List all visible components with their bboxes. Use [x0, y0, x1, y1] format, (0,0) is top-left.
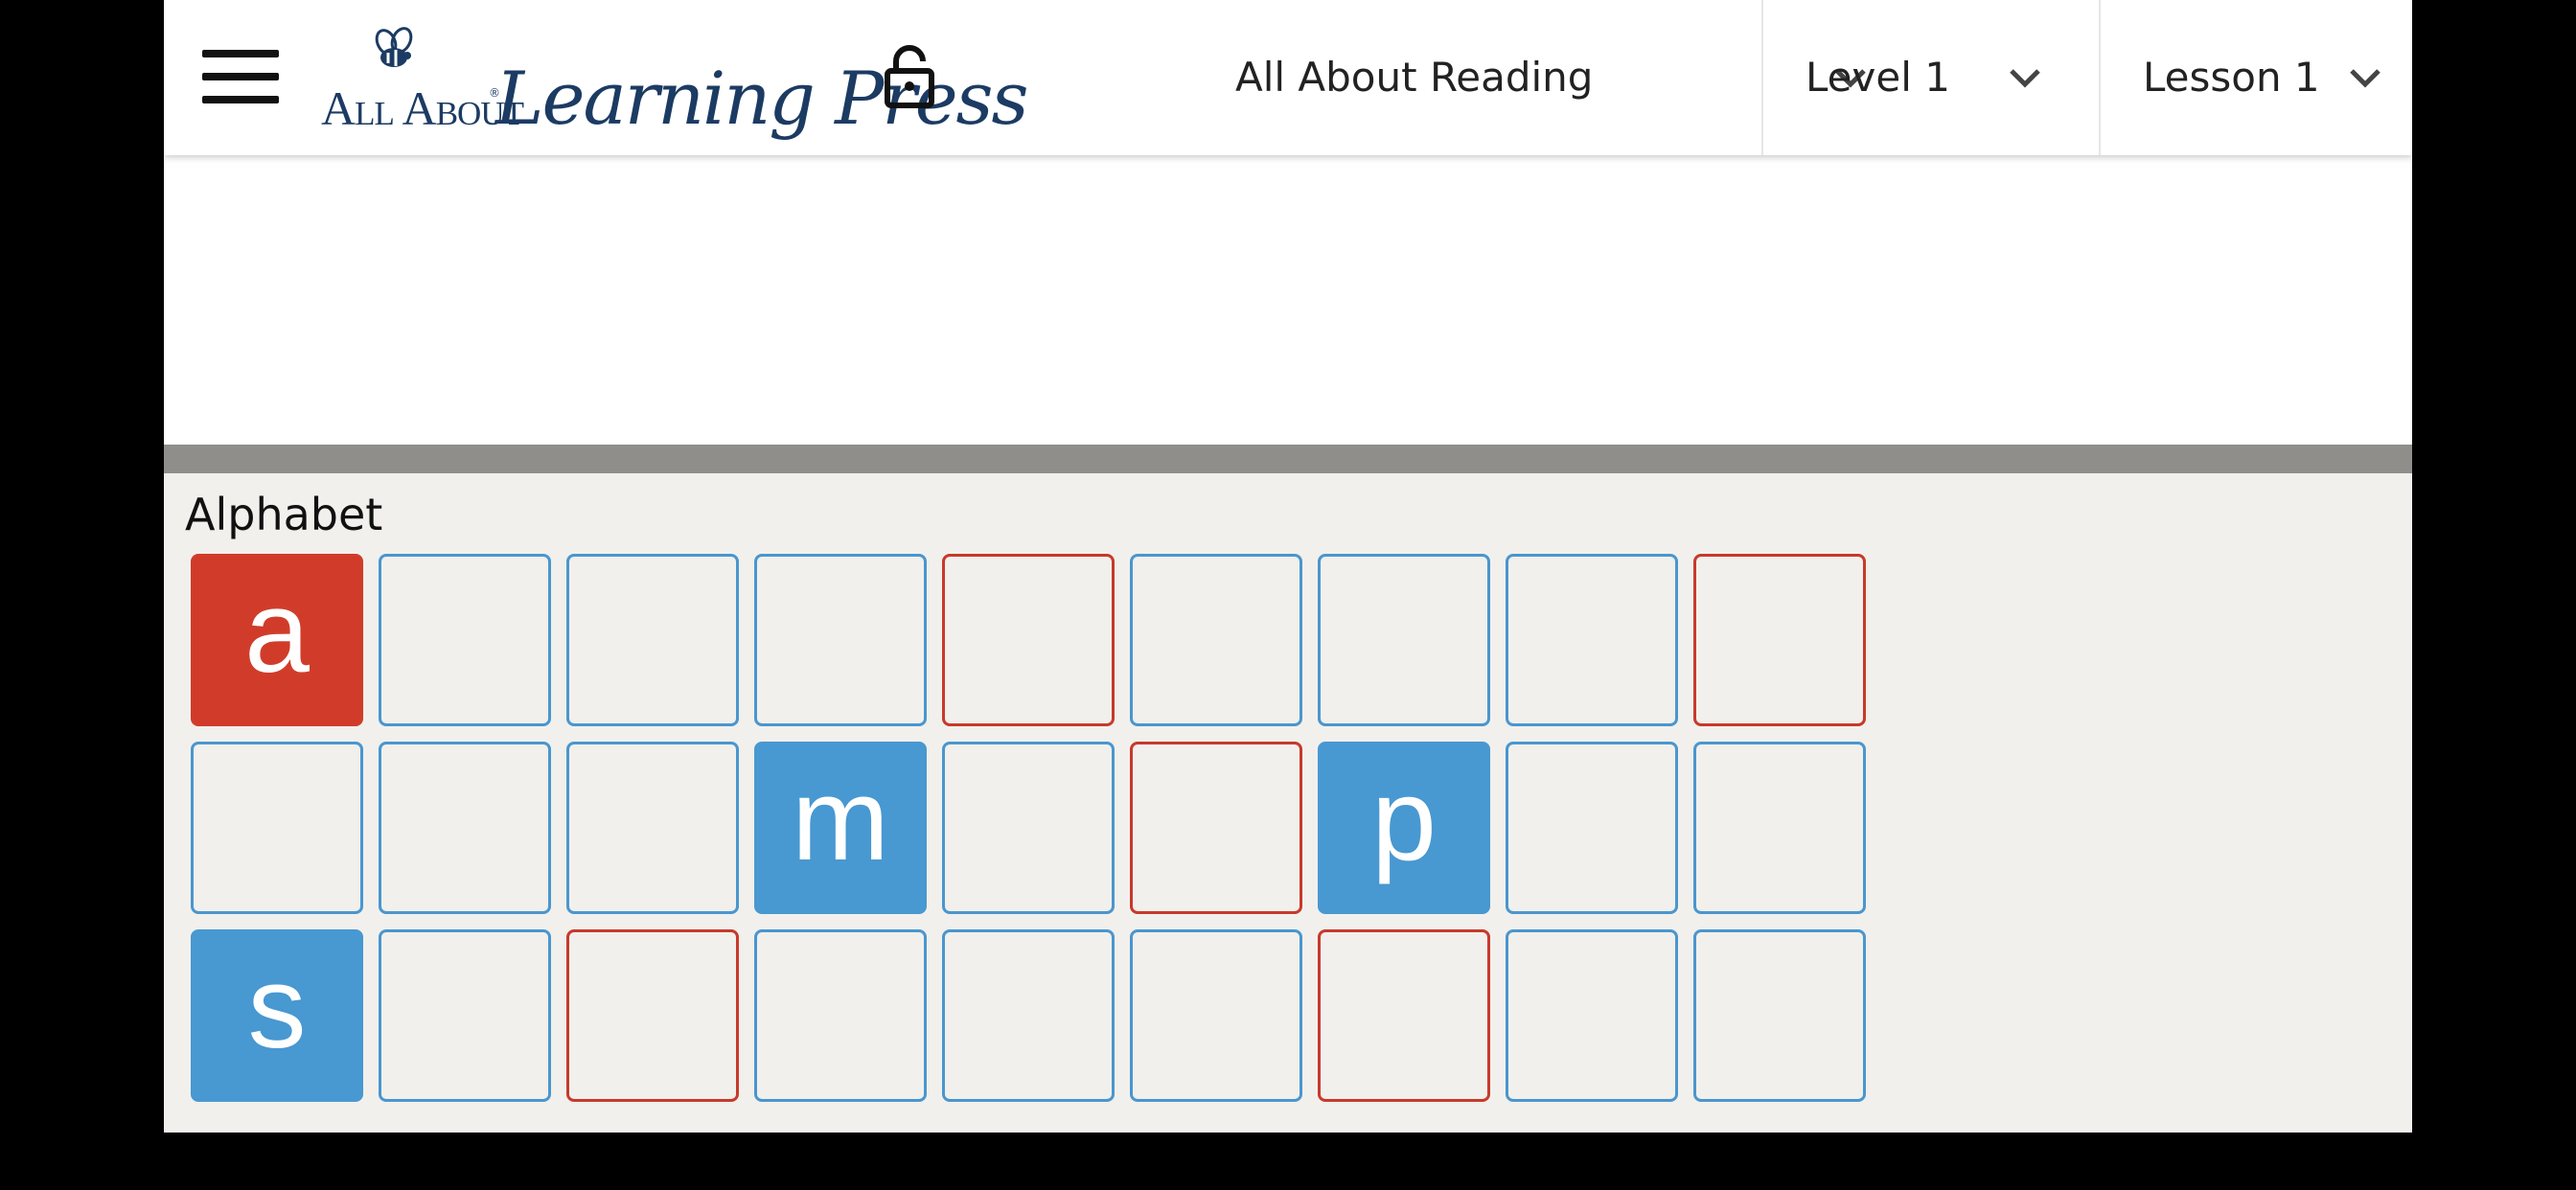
letter-tile-label: m — [792, 754, 889, 884]
empty-letter-tile[interactable] — [1506, 742, 1678, 914]
brand-logo[interactable]: All About ® Learning Press — [317, 17, 1029, 141]
letter-tile-label: s — [247, 942, 307, 1072]
alphabet-title: Alphabet — [185, 489, 383, 540]
empty-letter-tile[interactable] — [379, 929, 551, 1102]
lesson-dropdown[interactable]: Lesson 1 — [2101, 0, 2412, 155]
hamburger-menu-icon[interactable] — [202, 50, 279, 103]
empty-letter-tile[interactable] — [942, 929, 1115, 1102]
bee-icon — [375, 27, 413, 67]
chevron-down-icon — [2010, 69, 2040, 88]
empty-letter-tile[interactable] — [1130, 554, 1302, 726]
program-dropdown-label: All About Reading — [1235, 54, 1594, 101]
level-dropdown-label: Level 1 — [1806, 54, 1950, 101]
empty-letter-tile[interactable] — [1693, 929, 1866, 1102]
empty-letter-tile[interactable] — [1693, 554, 1866, 726]
app-window: All About ® Learning Press All About Rea… — [164, 0, 2412, 1133]
empty-letter-tile[interactable] — [942, 554, 1115, 726]
empty-letter-tile[interactable] — [191, 742, 363, 914]
empty-letter-tile[interactable] — [566, 742, 739, 914]
empty-letter-tile[interactable] — [1130, 929, 1302, 1102]
empty-letter-tile[interactable] — [942, 742, 1115, 914]
lesson-work-area — [164, 155, 2412, 445]
letter-tile-a[interactable]: a — [191, 554, 363, 726]
panel-divider[interactable] — [164, 445, 2412, 473]
empty-letter-tile[interactable] — [566, 929, 739, 1102]
empty-letter-tile[interactable] — [754, 929, 927, 1102]
empty-letter-tile[interactable] — [566, 554, 739, 726]
empty-letter-tile[interactable] — [1506, 929, 1678, 1102]
chevron-down-icon — [2350, 69, 2380, 88]
level-dropdown[interactable]: Level 1 — [1763, 0, 2099, 155]
letter-tile-p[interactable]: p — [1318, 742, 1490, 914]
empty-letter-tile[interactable] — [1318, 554, 1490, 726]
empty-letter-tile[interactable] — [754, 554, 927, 726]
empty-letter-tile[interactable] — [1130, 742, 1302, 914]
empty-letter-tile[interactable] — [379, 742, 551, 914]
letter-tile-label: p — [1371, 754, 1437, 884]
empty-letter-tile[interactable] — [1318, 929, 1490, 1102]
lesson-dropdown-label: Lesson 1 — [2143, 54, 2320, 101]
logo-text-learning-press: Learning Press — [495, 56, 1029, 141]
letter-tile-m[interactable]: m — [754, 742, 927, 914]
top-bar: All About ® Learning Press All About Rea… — [164, 0, 2412, 155]
empty-letter-tile[interactable] — [1693, 742, 1866, 914]
letter-tile-s[interactable]: s — [191, 929, 363, 1102]
empty-letter-tile[interactable] — [1506, 554, 1678, 726]
letter-tile-label: a — [244, 566, 310, 697]
empty-letter-tile[interactable] — [379, 554, 551, 726]
lock-icon[interactable] — [883, 42, 936, 109]
